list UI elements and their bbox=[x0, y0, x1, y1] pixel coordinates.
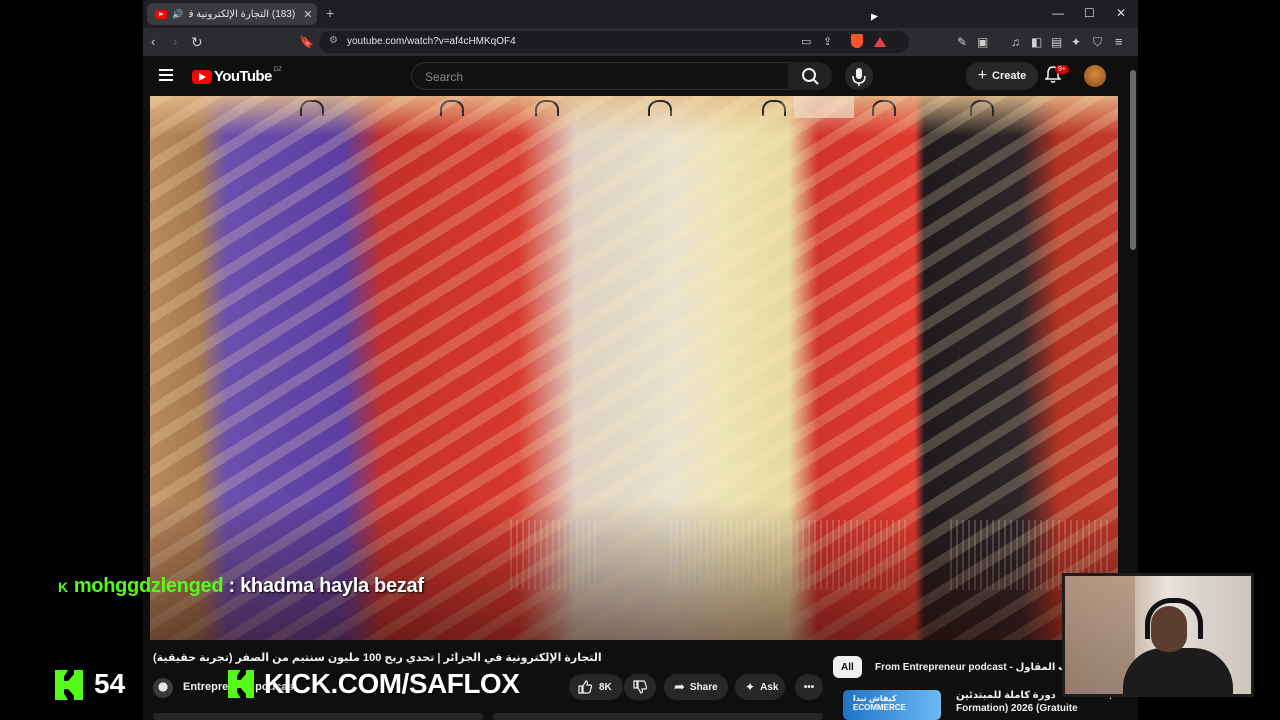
forward-button[interactable]: › bbox=[173, 34, 177, 50]
ai-assistant-icon[interactable]: ✦ bbox=[1071, 34, 1081, 50]
user-avatar[interactable] bbox=[1084, 65, 1106, 87]
reload-button[interactable]: ↻ bbox=[191, 34, 203, 50]
more-actions-button[interactable]: ••• bbox=[795, 674, 823, 700]
kick-logo-icon bbox=[55, 670, 83, 700]
country-code: DZ bbox=[273, 66, 282, 73]
extensions-icon[interactable]: ✎ bbox=[957, 34, 967, 50]
ask-button[interactable]: ✦ Ask bbox=[735, 674, 785, 700]
youtube-logo[interactable]: YouTube DZ bbox=[192, 66, 282, 85]
url-text: youtube.com/watch?v=af4cHMKqOF4 bbox=[347, 36, 516, 47]
voice-search-button[interactable] bbox=[845, 62, 873, 90]
site-info-icon[interactable]: ⚙ bbox=[329, 35, 338, 46]
sidebar-toggle-icon[interactable]: ◧ bbox=[1031, 34, 1042, 50]
browser-tab-youtube[interactable]: 🔊 (183) التجارة الإلكترونية في الجز ✕ bbox=[147, 3, 317, 25]
new-tab-button[interactable]: + bbox=[326, 5, 334, 21]
hamburger-menu-icon[interactable] bbox=[159, 69, 173, 81]
viewer-count: 54 bbox=[94, 668, 126, 699]
close-tab-icon[interactable]: ✕ bbox=[303, 8, 312, 21]
browser-menu-icon[interactable]: ≡ bbox=[1115, 34, 1123, 50]
youtube-favicon-icon bbox=[155, 9, 167, 19]
recommended-thumbnail[interactable]: كيفاش تبدا ECOMMERCE bbox=[843, 690, 941, 720]
chat-username: mohggdzlenged bbox=[73, 575, 224, 597]
search-box bbox=[411, 62, 789, 90]
create-label: Create bbox=[992, 70, 1027, 82]
browser-window: 🔊 (183) التجارة الإلكترونية في الجز ✕ + … bbox=[143, 0, 1138, 720]
close-window-button[interactable]: ✕ bbox=[1116, 6, 1126, 20]
more-dots-icon: ••• bbox=[803, 681, 815, 693]
browser-toolbar: ‹ › ↻ 🔖 ⚙ youtube.com/watch?v=af4cHMKqOF… bbox=[143, 28, 1138, 56]
dislike-button[interactable] bbox=[624, 674, 656, 700]
brave-rewards-icon[interactable] bbox=[874, 37, 886, 47]
share-arrow-icon: ➦ bbox=[674, 679, 685, 694]
maximize-button[interactable]: ☐ bbox=[1084, 6, 1095, 20]
video-player[interactable] bbox=[150, 96, 1118, 640]
sparkle-icon: ✦ bbox=[745, 680, 756, 694]
kick-badge-icon: K bbox=[58, 579, 68, 595]
video-title: التجارة الإلكترونية في الجزائر | تحدي رب… bbox=[153, 652, 602, 664]
tab-title: (183) التجارة الإلكترونية في الجز bbox=[189, 8, 296, 20]
notification-badge: 9+ bbox=[1055, 65, 1069, 74]
chat-text: khadma hayla bezaf bbox=[240, 575, 424, 597]
youtube-header: YouTube DZ + Create 9+ bbox=[143, 56, 1128, 96]
thumbnail-text: كيفاش تبدا ECOMMERCE bbox=[853, 694, 906, 712]
screenshot-icon[interactable]: ▣ bbox=[977, 34, 988, 50]
share-button[interactable]: ➦ Share bbox=[664, 674, 728, 700]
microphone-icon bbox=[852, 68, 866, 86]
wallet-icon[interactable]: ▤ bbox=[1051, 34, 1062, 50]
like-count: 8K bbox=[599, 681, 612, 693]
stream-chat-message: Kmohggdzlenged : khadma hayla bezaf bbox=[58, 575, 424, 598]
like-button[interactable]: 8K bbox=[569, 674, 623, 700]
plus-icon: + bbox=[977, 67, 988, 84]
share-label: Share bbox=[689, 681, 718, 693]
streamer-webcam bbox=[1062, 573, 1254, 697]
minimize-button[interactable]: — bbox=[1052, 6, 1064, 20]
vpn-icon[interactable]: ⛉ bbox=[1093, 34, 1102, 50]
headphones-icon bbox=[1145, 598, 1203, 639]
search-icon bbox=[802, 68, 819, 85]
scrollbar-thumb[interactable] bbox=[1130, 70, 1136, 250]
kick-url-text: KICK.COM/SAFLOX bbox=[264, 668, 520, 699]
video-frame-shadow bbox=[150, 500, 1118, 640]
webcam-person-body bbox=[1123, 648, 1233, 694]
media-icon[interactable]: ♫ bbox=[1011, 34, 1020, 50]
description-placeholder bbox=[493, 713, 823, 720]
bookmark-icon[interactable]: 🔖 bbox=[299, 34, 314, 50]
cast-icon[interactable]: ▭ bbox=[801, 34, 811, 50]
brave-shield-icon[interactable] bbox=[851, 34, 863, 48]
youtube-play-icon bbox=[192, 69, 212, 84]
back-button[interactable]: ‹ bbox=[151, 34, 155, 50]
address-bar[interactable]: ⚙ youtube.com/watch?v=af4cHMKqOF4 ▭ ⇪ bbox=[319, 31, 909, 53]
logo-wordmark: YouTube bbox=[214, 68, 272, 85]
channel-avatar[interactable] bbox=[153, 678, 173, 698]
speaker-icon[interactable]: 🔊 bbox=[172, 9, 183, 20]
kick-logo-icon bbox=[228, 670, 254, 698]
kick-url-banner: KICK.COM/SAFLOX bbox=[228, 668, 520, 700]
thumbs-up-icon bbox=[578, 680, 593, 694]
search-input[interactable] bbox=[423, 69, 767, 85]
create-button[interactable]: + Create bbox=[966, 62, 1038, 90]
share-page-icon[interactable]: ⇪ bbox=[823, 34, 832, 50]
search-button[interactable] bbox=[788, 62, 832, 90]
ask-label: Ask bbox=[760, 681, 779, 693]
chat-separator: : bbox=[223, 575, 241, 597]
description-placeholder bbox=[153, 713, 483, 720]
chip-all[interactable]: All bbox=[833, 656, 862, 678]
thumbs-down-icon bbox=[633, 680, 648, 694]
tab-strip: 🔊 (183) التجارة الإلكترونية في الجز ✕ + … bbox=[143, 0, 1138, 28]
